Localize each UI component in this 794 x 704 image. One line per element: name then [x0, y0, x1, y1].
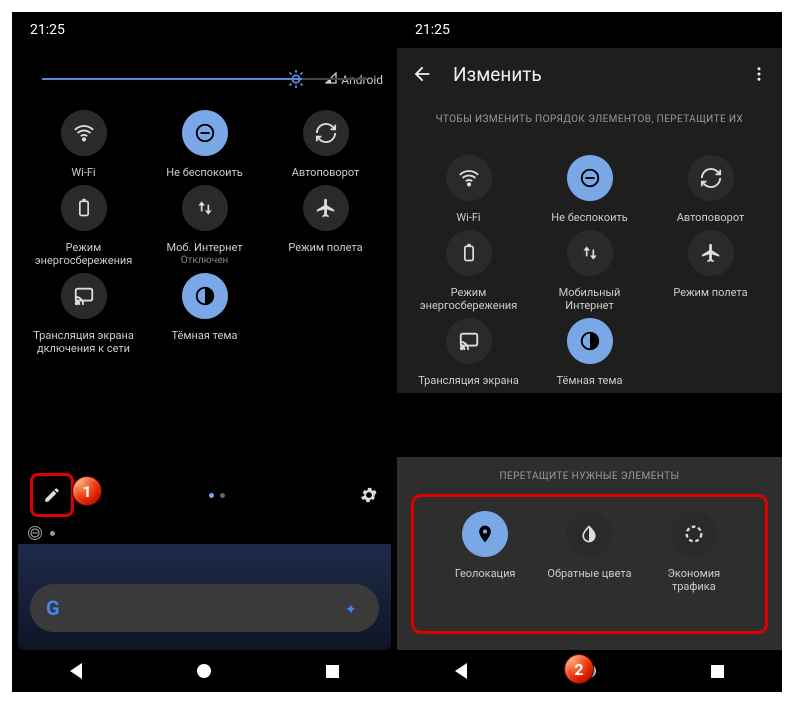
nav-bar	[12, 650, 397, 692]
data-icon	[567, 230, 613, 276]
tile-airplane[interactable]: Режим полета	[653, 230, 768, 312]
nav-recent-button[interactable]	[326, 665, 339, 678]
location-icon	[462, 511, 508, 557]
tile-label: Тёмная тема	[172, 329, 238, 342]
edit-tiles-grid: Wi-Fi Не беспокоить Автоповорот Режим энерг…	[397, 135, 782, 393]
tile-dnd[interactable]: Не беспокоить	[532, 155, 647, 224]
dark-icon	[182, 273, 228, 319]
cast-icon	[446, 318, 492, 364]
nav-back-button[interactable]	[70, 663, 82, 679]
dnd-icon	[567, 155, 613, 201]
dark-icon	[567, 318, 613, 364]
tile-label: Трансляция экрана	[418, 374, 519, 387]
tile-label: Режим энергосбережения	[29, 241, 139, 267]
battery-icon	[61, 185, 107, 231]
callout-badge-1: 1	[72, 476, 102, 506]
tile-label: Обратные цвета	[547, 567, 631, 580]
tile-cast[interactable]: Трансляция экрана	[411, 318, 526, 387]
nav-back-button-r[interactable]	[455, 663, 467, 679]
invert-icon	[566, 511, 612, 557]
back-arrow-button[interactable]	[411, 63, 433, 85]
tile-label: Режим полета	[673, 286, 747, 299]
tile-label: Автоповорот	[292, 166, 360, 179]
status-time-r: 21:25	[397, 12, 782, 48]
tile-label: Моб. Интернет	[166, 241, 242, 254]
tile-data[interactable]: Моб. ИнтернетОтключен	[147, 185, 262, 267]
edit-highlight	[30, 473, 74, 517]
tile-invert[interactable]: Обратные цвета	[540, 511, 638, 593]
edit-header: Изменить	[397, 48, 782, 100]
edit-title: Изменить	[453, 63, 542, 86]
tile-label: Геолокация	[455, 567, 516, 580]
rotate-icon	[688, 155, 734, 201]
edit-button[interactable]	[35, 478, 69, 512]
tile-label: Не беспокоить	[551, 211, 627, 224]
nav-recent-button-r[interactable]	[711, 665, 724, 678]
tile-wifi[interactable]: Wi-Fi	[26, 110, 141, 179]
brightness-slider[interactable]	[12, 48, 397, 90]
more-button[interactable]	[750, 65, 768, 83]
page-dots	[209, 493, 225, 498]
tile-label: Не беспокоить	[166, 166, 242, 179]
tile-label: Трансляция экрана дключения к сети	[29, 329, 139, 355]
tile-datasaver[interactable]: Экономия трафика	[645, 511, 743, 593]
dnd-notif-icon	[28, 526, 42, 540]
tile-label: Тёмная тема	[557, 374, 623, 387]
tile-label: Мобильный Интернет	[535, 286, 645, 312]
tile-wifi[interactable]: Wi-Fi	[411, 155, 526, 224]
tile-dnd[interactable]: Не беспокоить	[147, 110, 262, 179]
wifi-icon	[446, 155, 492, 201]
dnd-icon	[182, 110, 228, 156]
tile-label: Экономия трафика	[645, 567, 743, 593]
nav-home-button[interactable]	[197, 664, 211, 678]
tile-data[interactable]: Мобильный Интернет	[532, 230, 647, 312]
data-icon	[182, 185, 228, 231]
google-logo-icon: G	[46, 596, 60, 620]
tile-location[interactable]: Геолокация	[436, 511, 534, 593]
tile-label: Wi-Fi	[71, 166, 95, 179]
tile-sublabel: Отключен	[181, 254, 229, 267]
cast-icon	[61, 273, 107, 319]
available-highlight: Геолокация Обратные цвета Экономия трафика	[411, 494, 768, 634]
tile-airplane[interactable]: Режим полета	[268, 185, 383, 267]
settings-button[interactable]	[359, 485, 379, 505]
tile-rotate[interactable]: Автоповорот	[268, 110, 383, 179]
datasaver-icon	[671, 511, 717, 557]
assistant-icon[interactable]	[345, 599, 363, 617]
phone-left: 21:25 Android Wi-FiНе беспокоитьАвтопово…	[12, 12, 397, 692]
tile-label: Wi-Fi	[456, 211, 480, 224]
available-tiles-grid: Геолокация Обратные цвета Экономия трафика	[418, 503, 761, 615]
tile-battery[interactable]: Режим энергосбережения	[411, 230, 526, 312]
tile-label: Автоповорот	[677, 211, 745, 224]
tile-dark[interactable]: Тёмная тема	[147, 273, 262, 355]
tile-rotate[interactable]: Автоповорот	[653, 155, 768, 224]
status-time: 21:25	[12, 12, 397, 48]
tile-battery[interactable]: Режим энергосбережения	[26, 185, 141, 267]
airplane-icon	[688, 230, 734, 276]
notification-icons	[28, 526, 55, 540]
tile-label: Режим энергосбережения	[414, 286, 524, 312]
phone-right: 21:25 Изменить ЧТОБЫ ИЗМЕНИТЬ ПОРЯДОК ЭЛ…	[397, 12, 782, 692]
qs-footer	[12, 474, 397, 516]
quick-tiles-grid: Wi-Fi Не беспокоить Автоповорот Режим энерг…	[12, 90, 397, 361]
screenshot-pair: 21:25 Android Wi-FiНе беспокоитьАвтопово…	[12, 12, 782, 692]
tile-cast[interactable]: Трансляция экрана дключения к сети	[26, 273, 141, 355]
callout-badge-2: 2	[564, 654, 594, 684]
edit-panel: Изменить ЧТОБЫ ИЗМЕНИТЬ ПОРЯДОК ЭЛЕМЕНТО…	[397, 48, 782, 393]
airplane-icon	[303, 185, 349, 231]
google-search-bar[interactable]: G	[30, 584, 379, 632]
reorder-hint: ЧТОБЫ ИЗМЕНИТЬ ПОРЯДОК ЭЛЕМЕНТОВ, ПЕРЕТА…	[397, 100, 782, 135]
wifi-icon	[61, 110, 107, 156]
tile-label: Режим полета	[288, 241, 362, 254]
rotate-icon	[303, 110, 349, 156]
battery-icon	[446, 230, 492, 276]
drag-hint: ПЕРЕТАЩИТЕ НУЖНЫЕ ЭЛЕМЕНТЫ	[397, 457, 782, 494]
notif-dot-icon	[50, 531, 55, 536]
available-section: ПЕРЕТАЩИТЕ НУЖНЫЕ ЭЛЕМЕНТЫ Геолокация Обр…	[397, 457, 782, 650]
tile-dark[interactable]: Тёмная тема	[532, 318, 647, 387]
brightness-thumb-icon[interactable]	[285, 68, 307, 90]
